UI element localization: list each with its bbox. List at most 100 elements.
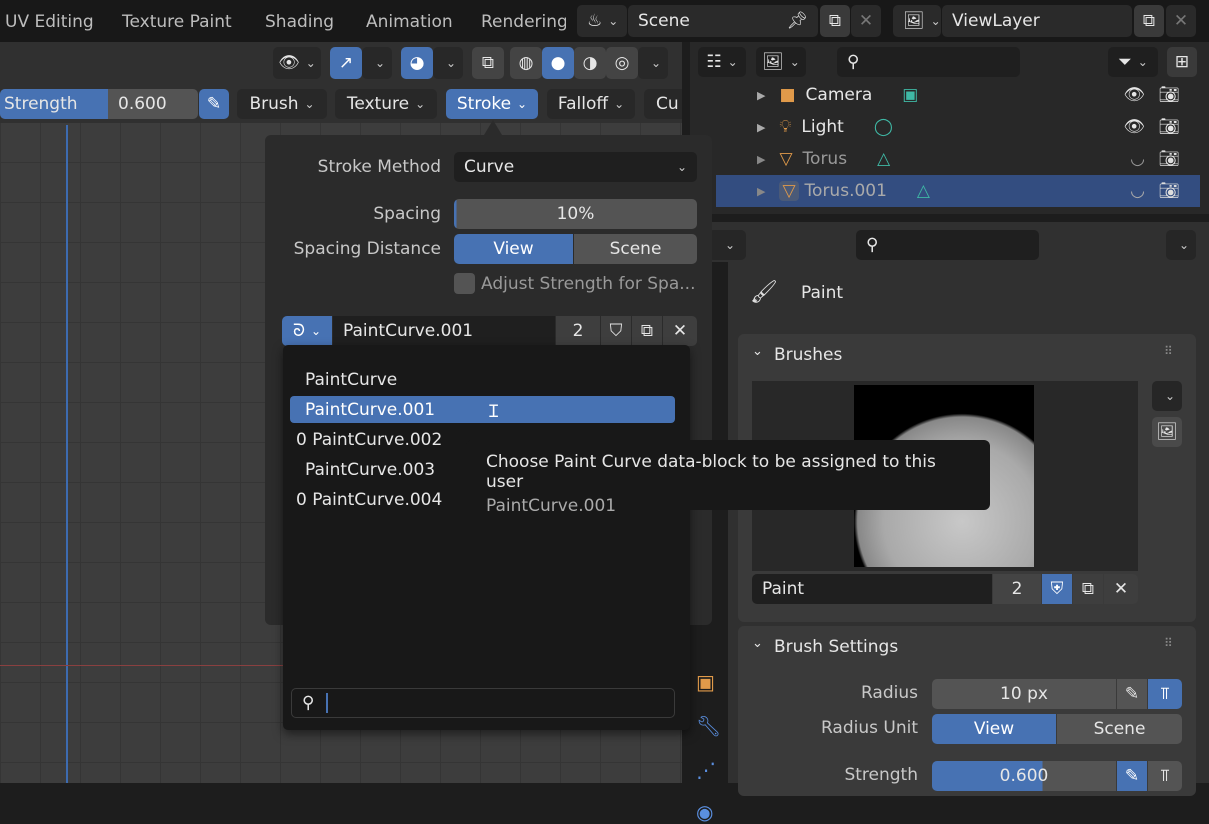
render-icon[interactable]: 📷︎: [1158, 181, 1180, 201]
brush-menu[interactable]: Brush ⌄: [237, 89, 327, 119]
gizmo-toggle[interactable]: ↗: [330, 47, 362, 79]
tab-uv-editing[interactable]: UV Editing: [5, 12, 94, 32]
stroke-method-dropdown[interactable]: Curve ⌄: [454, 152, 697, 182]
dropdown-item-selected[interactable]: PaintCurve.001 Ｉ: [290, 396, 675, 423]
paint-curve-browse[interactable]: ᘐ ⌄: [282, 316, 332, 346]
radius-unit-scene[interactable]: Scene: [1057, 714, 1182, 744]
options-dropdown[interactable]: ⌄: [1166, 230, 1196, 260]
scene-field[interactable]: Scene 📌︎: [628, 5, 818, 37]
new-view-layer-button[interactable]: ⧉: [1134, 5, 1164, 37]
add-collection-icon: ⊞: [1174, 52, 1190, 72]
adjust-strength-checkbox[interactable]: [454, 273, 475, 294]
radius-unit-view[interactable]: View: [932, 714, 1056, 744]
chevron-down-icon[interactable]: ⌄: [752, 636, 763, 651]
wrench-icon[interactable]: 🔧︎: [696, 714, 721, 738]
paint-curve-users[interactable]: 2: [556, 316, 600, 346]
unlink-brush-button[interactable]: ✕: [1104, 574, 1138, 604]
overlays-dropdown[interactable]: ⌄: [433, 47, 463, 79]
object-tab-icon[interactable]: ▣: [696, 670, 715, 694]
fake-user-toggle[interactable]: ⛨: [1042, 574, 1072, 604]
pin-icon[interactable]: 📌︎: [786, 11, 808, 31]
drag-handle-icon[interactable]: ⠿: [1164, 344, 1173, 358]
texture-menu[interactable]: Texture ⌄: [335, 89, 437, 119]
view-layer-field[interactable]: ViewLayer: [942, 5, 1132, 37]
expand-icon[interactable]: ▶: [757, 89, 765, 102]
filter-type-dropdown[interactable]: 🖼︎ ⌄: [756, 47, 806, 77]
pressure-toggle[interactable]: ✎: [199, 89, 229, 119]
scene-type-button[interactable]: ♨ ⌄: [577, 5, 627, 37]
expand-icon[interactable]: ▶: [757, 185, 765, 198]
search-icon: ⚲: [302, 693, 315, 713]
strength-pressure-toggle[interactable]: ✎: [1117, 761, 1147, 791]
strength-slider[interactable]: Strength 0.600: [0, 89, 198, 119]
delete-scene-button[interactable]: ✕: [851, 5, 881, 37]
display-mode-dropdown[interactable]: ☷ ⌄: [698, 47, 746, 77]
tab-rendering[interactable]: Rendering: [481, 12, 566, 32]
brush-name-field[interactable]: Paint: [752, 574, 992, 604]
falloff-menu[interactable]: Falloff ⌄: [547, 89, 635, 119]
strength-field[interactable]: 0.600: [932, 761, 1116, 791]
close-icon: ✕: [672, 321, 688, 341]
particles-icon[interactable]: ⋰: [696, 758, 716, 782]
view-layer-type-button[interactable]: 🖼︎ ⌄: [893, 5, 941, 37]
properties-type-dropdown[interactable]: ⌄: [708, 230, 746, 260]
render-icon[interactable]: 📷︎: [1158, 85, 1180, 105]
solid-shading[interactable]: ●: [542, 47, 574, 79]
properties-search[interactable]: ⚲: [856, 230, 1039, 260]
eye-closed-icon[interactable]: ◡: [1130, 181, 1145, 201]
spacing-distance-scene[interactable]: Scene: [574, 234, 697, 264]
gizmo-dropdown[interactable]: ⌄: [362, 47, 392, 79]
chevron-down-icon[interactable]: ⌄: [752, 344, 763, 359]
xray-icon: ⧉: [481, 53, 495, 73]
outliner-search[interactable]: ⚲: [837, 47, 1020, 77]
brushes-panel-title[interactable]: Brushes: [774, 345, 842, 365]
stroke-menu[interactable]: Stroke ⌄: [446, 89, 538, 119]
rendered-shading[interactable]: ◎: [606, 47, 638, 79]
duplicate-curve-button[interactable]: ⧉: [632, 316, 662, 346]
shading-dropdown[interactable]: ⌄: [638, 47, 668, 79]
render-icon[interactable]: 📷︎: [1158, 117, 1180, 137]
tab-shading[interactable]: Shading: [265, 12, 334, 32]
unlink-curve-button[interactable]: ✕: [663, 316, 697, 346]
eye-icon[interactable]: 👁︎: [1123, 85, 1145, 105]
unified-strength-toggle[interactable]: ⫪: [1148, 761, 1182, 791]
radius-field[interactable]: 10 px: [932, 679, 1116, 709]
filter-dropdown[interactable]: ⏷ ⌄: [1108, 47, 1158, 77]
new-collection-button[interactable]: ⊞: [1167, 47, 1197, 77]
text-cursor-icon: Ｉ: [485, 402, 503, 422]
xray-toggle[interactable]: ⧉: [472, 47, 504, 79]
eye-icon[interactable]: 👁︎: [1123, 117, 1145, 137]
wireframe-shading[interactable]: ◍: [510, 47, 542, 79]
eye-closed-icon[interactable]: ◡: [1130, 149, 1145, 169]
radius-pressure-toggle[interactable]: ✎: [1117, 679, 1147, 709]
physics-icon[interactable]: ◉: [696, 800, 713, 824]
outliner-row-camera[interactable]: ▶ ■ Camera ▣ 👁︎ 📷︎: [700, 79, 1200, 111]
spacing-distance-view[interactable]: View: [454, 234, 573, 264]
brush-users[interactable]: 2: [993, 574, 1041, 604]
cursor-menu[interactable]: Cu: [644, 89, 682, 119]
spacing-slider[interactable]: 10%: [454, 199, 697, 229]
dropdown-search[interactable]: ⚲: [291, 688, 675, 718]
outliner-row-torus[interactable]: ▶ ▽ Torus △ ◡ 📷︎: [700, 143, 1200, 175]
tab-texture-paint[interactable]: Texture Paint: [122, 12, 232, 32]
fake-user-toggle[interactable]: ⛉: [601, 316, 631, 346]
tab-animation[interactable]: Animation: [366, 12, 453, 32]
dropdown-item[interactable]: PaintCurve: [290, 366, 675, 393]
outliner-row-light[interactable]: ▶ 💡︎ Light ◯ 👁︎ 📷︎: [700, 111, 1200, 143]
image-icon-button[interactable]: 🖼︎: [1152, 417, 1182, 447]
overlays-toggle[interactable]: ◕: [401, 47, 433, 79]
expand-icon[interactable]: ▶: [757, 121, 765, 134]
visibility-dropdown[interactable]: 👁︎ ⌄: [273, 47, 321, 79]
paint-curve-name[interactable]: PaintCurve.001: [333, 316, 555, 346]
render-icon[interactable]: 📷︎: [1158, 149, 1180, 169]
brush-preview-dropdown[interactable]: ⌄: [1152, 381, 1182, 411]
drag-handle-icon[interactable]: ⠿: [1164, 636, 1173, 650]
unified-radius-toggle[interactable]: ⫪: [1148, 679, 1182, 709]
brush-settings-title[interactable]: Brush Settings: [774, 637, 898, 657]
material-shading[interactable]: ◑: [574, 47, 606, 79]
expand-icon[interactable]: ▶: [757, 153, 765, 166]
outliner-row-torus-001[interactable]: ▶ ▽ Torus.001 △ ◡ 📷︎: [716, 175, 1200, 207]
delete-view-layer-button[interactable]: ✕: [1166, 5, 1196, 37]
new-scene-button[interactable]: ⧉: [820, 5, 850, 37]
duplicate-brush-button[interactable]: ⧉: [1073, 574, 1103, 604]
